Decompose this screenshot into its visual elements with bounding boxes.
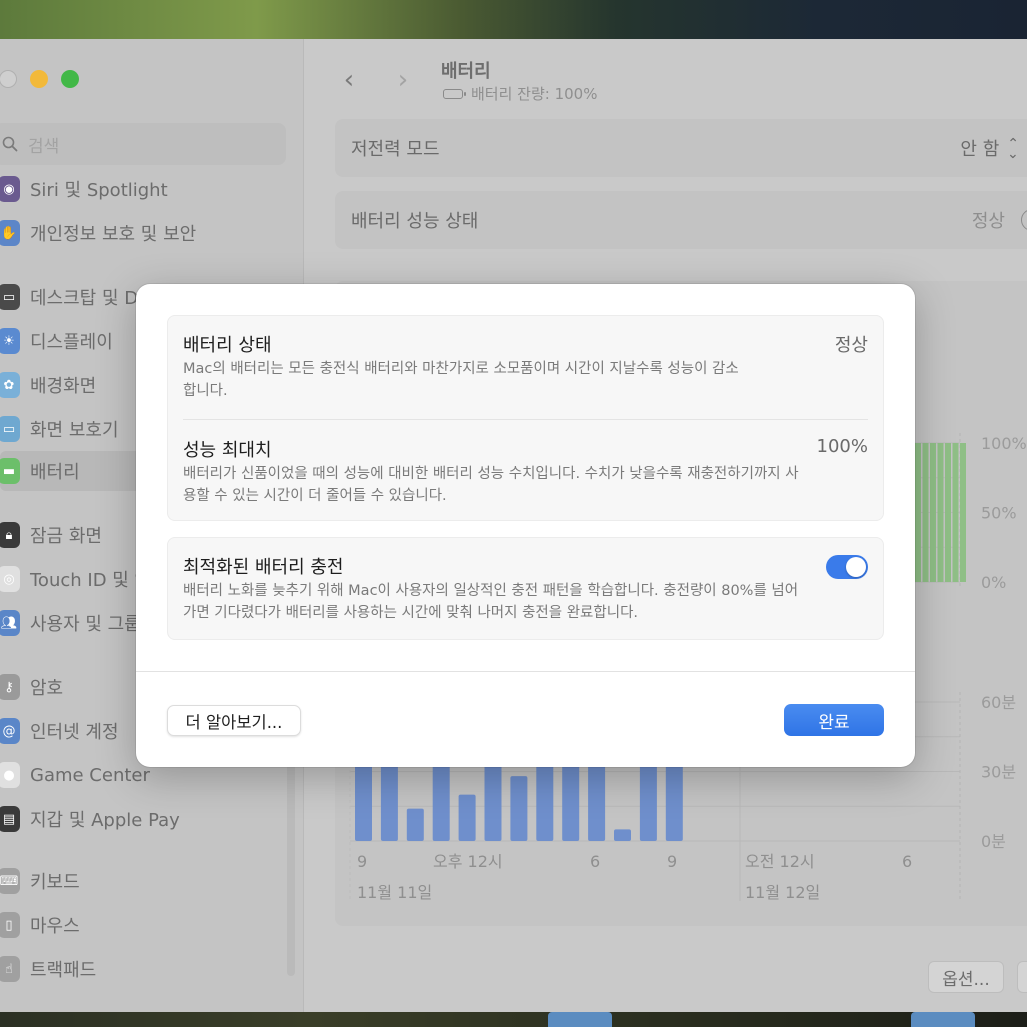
sidebar-item[interactable]: ▤ 지갑 및 Apple Pay xyxy=(0,799,296,839)
low-power-mode-select[interactable]: 안 함 ⌃ ⌃ xyxy=(960,135,1019,161)
battery-status-text: 배터리 잔량: 100% xyxy=(471,85,598,103)
search-icon xyxy=(2,136,18,152)
trackpad-icon: ☝ xyxy=(0,956,20,982)
wallet-icon: ▤ xyxy=(0,806,20,832)
fingerprint-icon: ◎ xyxy=(0,566,20,592)
page-title: 배터리 xyxy=(441,61,491,82)
close-window-button[interactable] xyxy=(0,70,17,88)
sidebar-item-label: 배터리 xyxy=(30,462,80,483)
sidebar-item[interactable]: ▯ 마우스 xyxy=(0,905,296,945)
key-icon: ⚷ xyxy=(0,674,20,700)
game-center-icon: ● xyxy=(0,762,20,788)
dock-icon: ▭ xyxy=(0,284,20,310)
battery-health-label: 배터리 성능 상태 xyxy=(351,211,479,232)
lock-icon: 🔒︎ xyxy=(0,522,20,548)
sidebar-item-label: 키보드 xyxy=(30,872,80,893)
sidebar-item-label: Game Center xyxy=(30,764,150,786)
sidebar-item[interactable]: ☝ 트랙패드 xyxy=(0,949,296,989)
divider xyxy=(183,419,868,420)
sidebar-search-input[interactable]: 검색 xyxy=(0,123,286,165)
at-icon: @ xyxy=(0,718,20,744)
chevron-up-down-icon: ⌃ ⌃ xyxy=(1007,136,1019,160)
sidebar-item-label: 사용자 및 그룹 xyxy=(30,614,141,635)
sidebar-item-label: 개인정보 보호 및 보안 xyxy=(30,224,197,245)
optimized-charging-toggle[interactable] xyxy=(826,555,868,579)
optimized-charging-card: 최적화된 배터리 충전 배터리 노화를 늦추기 위해 Mac이 사용자의 일상적… xyxy=(167,537,884,640)
screensaver-icon: ▭ xyxy=(0,416,20,442)
maximize-window-button[interactable] xyxy=(61,70,79,88)
help-button[interactable] xyxy=(1017,961,1027,993)
sidebar-item-label: 배경화면 xyxy=(30,376,97,397)
mouse-icon: ▯ xyxy=(0,912,20,938)
optimized-charging-desc: 배터리 노화를 늦추기 위해 Mac이 사용자의 일상적인 충전 패턴을 학습합… xyxy=(183,583,799,621)
wallpaper-icon: ✿ xyxy=(0,372,20,398)
sidebar-item-label: 마우스 xyxy=(30,916,80,937)
sidebar-item[interactable]: ⌨ 키보드 xyxy=(0,861,296,901)
max-capacity-desc: 배터리가 신품이었을 때의 성능에 대비한 배터리 성능 수치입니다. 수치가 … xyxy=(183,466,799,504)
low-power-mode-label: 저전력 모드 xyxy=(351,139,440,160)
siri-icon: ◉ xyxy=(0,176,20,202)
max-capacity-value: 100% xyxy=(816,436,868,457)
battery-condition-desc: Mac의 배터리는 모든 충전식 배터리와 마찬가지로 소모품이며 시간이 지날… xyxy=(183,361,739,399)
sidebar-item-label: 트랙패드 xyxy=(30,960,97,981)
done-button[interactable]: 완료 xyxy=(784,704,884,736)
search-placeholder: 검색 xyxy=(28,136,60,157)
sidebar-item-label: Siri 및 Spotlight xyxy=(30,180,168,201)
max-capacity-title: 성능 최대치 xyxy=(183,440,272,461)
minimize-window-button[interactable] xyxy=(30,70,48,88)
dock-item[interactable] xyxy=(911,1012,975,1027)
battery-condition-value: 정상 xyxy=(834,335,868,356)
forward-button[interactable]: › xyxy=(391,65,415,95)
low-power-mode-value: 안 함 xyxy=(960,139,1000,160)
learn-more-button[interactable]: 더 알아보기... xyxy=(167,705,301,736)
dock-item[interactable] xyxy=(548,1012,612,1027)
battery-condition-title: 배터리 상태 xyxy=(183,335,272,356)
sidebar-item-label: 인터넷 계정 xyxy=(30,722,119,743)
desktop-wallpaper-bottom xyxy=(0,1010,1027,1027)
sidebar-item[interactable]: ◉ Siri 및 Spotlight xyxy=(0,169,296,209)
battery-health-dialog: 배터리 상태 정상 Mac의 배터리는 모든 충전식 배터리와 마찬가지로 소모… xyxy=(136,284,915,767)
info-icon[interactable]: i xyxy=(1021,209,1027,231)
back-button[interactable]: ‹ xyxy=(337,65,361,95)
sidebar-item[interactable]: ✋ 개인정보 보호 및 보안 xyxy=(0,213,296,253)
sidebar-item-label: 암호 xyxy=(30,678,64,699)
options-button[interactable]: 옵션... xyxy=(928,961,1004,993)
battery-health-row: 배터리 성능 상태 정상 i xyxy=(335,191,1027,249)
battery-info-card: 배터리 상태 정상 Mac의 배터리는 모든 충전식 배터리와 마찬가지로 소모… xyxy=(167,315,884,521)
low-power-mode-row: 저전력 모드 안 함 ⌃ ⌃ xyxy=(335,119,1027,177)
sidebar-item-label: 지갑 및 Apple Pay xyxy=(30,810,180,831)
display-icon: ☀ xyxy=(0,328,20,354)
users-icon: 👥︎ xyxy=(0,610,20,636)
toggle-knob xyxy=(846,557,866,577)
hand-icon: ✋ xyxy=(0,220,20,246)
battery-health-value: 정상 xyxy=(971,211,1005,232)
keyboard-icon: ⌨ xyxy=(0,868,20,894)
sidebar-item-label: 화면 보호기 xyxy=(30,420,119,441)
battery-icon: ▬ xyxy=(0,458,20,484)
optimized-charging-title: 최적화된 배터리 충전 xyxy=(183,557,344,578)
sidebar-item-label: 디스플레이 xyxy=(30,332,113,353)
battery-status: 배터리 잔량: 100% xyxy=(443,83,597,104)
battery-icon xyxy=(443,88,466,99)
sidebar-item-label: 잠금 화면 xyxy=(30,526,102,547)
footer-divider xyxy=(136,671,915,672)
